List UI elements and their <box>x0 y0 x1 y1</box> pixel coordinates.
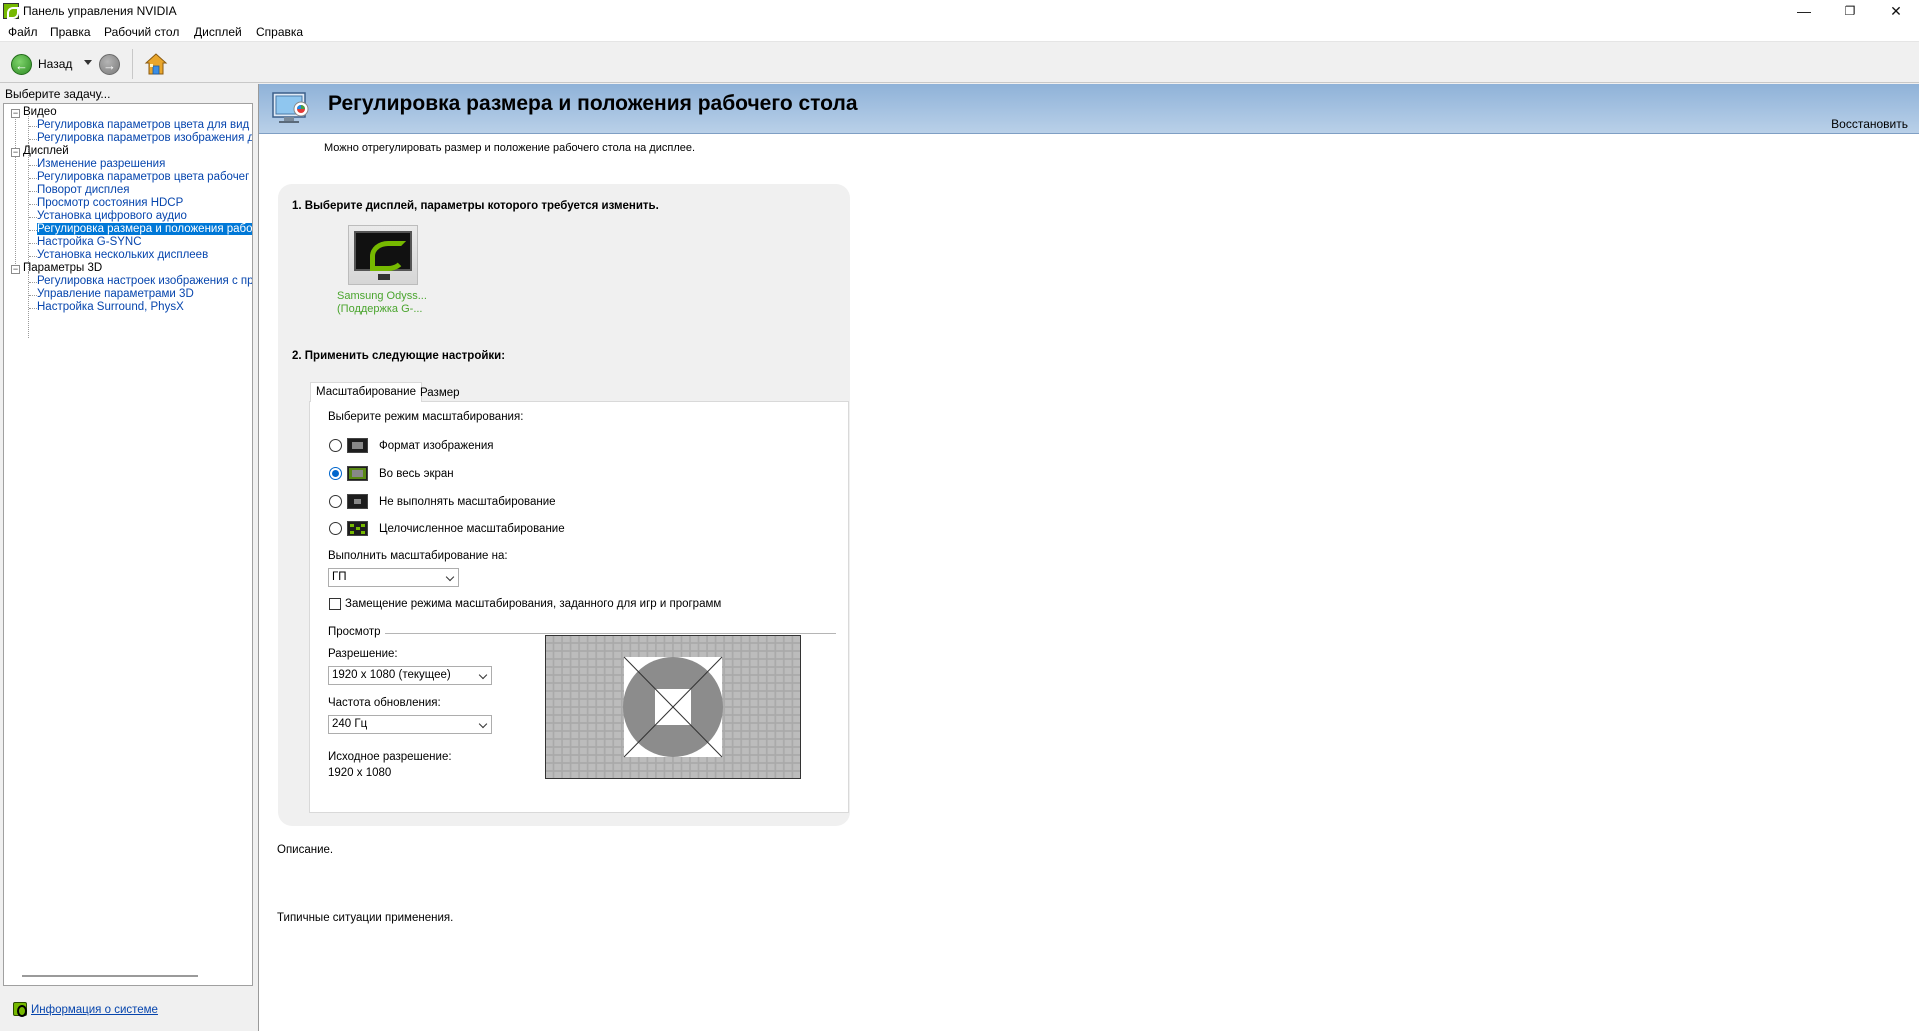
integer-scaling-mode-icon <box>347 521 368 536</box>
description-label: Описание. <box>277 844 334 856</box>
display-name-line1: Samsung Odyss... <box>337 290 427 302</box>
radio-no-scaling[interactable] <box>329 495 342 508</box>
tree-item-desktop-size-position[interactable]: Регулировка размера и положения рабо <box>37 223 252 235</box>
full-screen-mode-icon <box>347 466 368 481</box>
perform-scaling-on-label: Выполнить масштабирование на: <box>328 550 508 562</box>
step2-label: 2. Применить следующие настройки: <box>292 350 506 362</box>
tree-item-digital-audio[interactable]: Установка цифрового аудио <box>37 210 187 222</box>
collapse-display-icon[interactable]: − <box>11 148 20 157</box>
preview-section-title: Просмотр <box>328 626 381 638</box>
toolbar-separator <box>132 49 133 79</box>
scaling-preview-image <box>545 635 801 779</box>
forward-arrow-icon[interactable]: → <box>99 54 120 75</box>
no-scaling-mode-icon <box>347 494 368 509</box>
mode-aspect-ratio-label[interactable]: Формат изображения <box>379 440 493 452</box>
nvidia-app-icon <box>3 3 19 19</box>
menu-file[interactable]: Файл <box>6 25 40 39</box>
page-intro: Можно отрегулировать размер и положение … <box>324 142 696 154</box>
toolbar: ← Назад → <box>0 43 1919 83</box>
tree-category-display[interactable]: Дисплей <box>23 145 69 157</box>
refresh-rate-select[interactable]: 240 Гц <box>328 715 492 734</box>
radio-full-screen[interactable] <box>329 467 342 480</box>
radio-integer-scaling[interactable] <box>329 522 342 535</box>
tree-item-rotate-display[interactable]: Поворот дисплея <box>37 184 129 196</box>
collapse-3d-icon[interactable]: − <box>11 265 20 274</box>
system-info-link[interactable]: Информация о системе <box>31 1004 158 1016</box>
display-name[interactable]: Samsung Odyss... (Поддержка G-... <box>337 290 447 316</box>
tab-size[interactable]: Размер <box>415 384 465 404</box>
preview-divider <box>385 633 836 634</box>
collapse-video-icon[interactable]: − <box>11 109 20 118</box>
page-banner: Регулировка размера и положения рабочего… <box>259 84 1919 134</box>
task-picker-header: Выберите задачу... <box>5 87 111 101</box>
native-resolution-value: 1920 x 1080 <box>328 767 392 779</box>
system-info-icon <box>13 1002 27 1017</box>
aspect-ratio-mode-icon <box>347 438 368 453</box>
home-icon[interactable] <box>144 52 168 76</box>
tree-category-3d[interactable]: Параметры 3D <box>23 262 102 274</box>
menu-display[interactable]: Дисплей <box>192 25 244 39</box>
tree-item-desktop-color[interactable]: Регулировка параметров цвета рабочег <box>37 171 249 183</box>
menu-bar: Файл Правка Рабочий стол Дисплей Справка <box>0 22 1919 42</box>
desktop-size-icon <box>272 92 309 123</box>
override-scaling-label[interactable]: Замещение режима масштабирования, заданн… <box>345 598 721 610</box>
back-button[interactable]: Назад <box>38 57 72 71</box>
tree-item-3d-image-settings[interactable]: Регулировка настроек изображения с пр <box>37 275 252 287</box>
tree-category-video[interactable]: Видео <box>23 106 57 118</box>
resolution-select[interactable]: 1920 x 1080 (текущее) <box>328 666 492 685</box>
back-arrow-icon[interactable]: ← <box>11 54 32 75</box>
tree-item-manage-3d[interactable]: Управление параметрами 3D <box>37 288 194 300</box>
menu-desktop[interactable]: Рабочий стол <box>102 25 181 39</box>
native-resolution-label: Исходное разрешение: <box>328 751 452 763</box>
display-name-line2: (Поддержка G-... <box>337 303 423 315</box>
radio-aspect-ratio[interactable] <box>329 439 342 452</box>
typical-usage-label: Типичные ситуации применения. <box>277 912 454 924</box>
refresh-rate-label: Частота обновления: <box>328 697 441 709</box>
content-pane: Регулировка размера и положения рабочего… <box>258 84 1919 1031</box>
display-select-tile[interactable] <box>348 225 418 285</box>
tree-item-hdcp-status[interactable]: Просмотр состояния HDCP <box>37 197 183 209</box>
tree-item-video-image[interactable]: Регулировка параметров изображения д <box>37 132 252 144</box>
tree-item-video-color[interactable]: Регулировка параметров цвета для вид <box>37 119 249 131</box>
minimize-button[interactable]: — <box>1781 0 1827 22</box>
tree-horizontal-scrollbar[interactable] <box>22 975 198 977</box>
title-bar: Панель управления NVIDIA — ❐ ✕ <box>0 0 1919 22</box>
close-button[interactable]: ✕ <box>1873 0 1919 22</box>
mode-full-screen-label[interactable]: Во весь экран <box>379 468 454 480</box>
tree-item-multiple-displays[interactable]: Установка нескольких дисплеев <box>37 249 208 261</box>
tree-item-gsync[interactable]: Настройка G-SYNC <box>37 236 142 248</box>
tab-scaling[interactable]: Масштабирование <box>310 382 422 402</box>
window-title: Панель управления NVIDIA <box>23 4 177 18</box>
perform-scaling-on-select[interactable]: ГП <box>328 568 459 587</box>
restore-defaults-link[interactable]: Восстановить <box>1831 117 1908 131</box>
tree-item-change-resolution[interactable]: Изменение разрешения <box>37 158 165 170</box>
mode-no-scaling-label[interactable]: Не выполнять масштабирование <box>379 496 556 508</box>
task-tree: − Видео Регулировка параметров цвета для… <box>3 103 253 986</box>
step1-label: 1. Выберите дисплей, параметры которого … <box>292 200 659 212</box>
menu-edit[interactable]: Правка <box>48 25 93 39</box>
menu-help[interactable]: Справка <box>254 25 305 39</box>
resolution-label: Разрешение: <box>328 648 398 660</box>
scaling-mode-prompt: Выберите режим масштабирования: <box>328 411 524 423</box>
override-scaling-checkbox[interactable] <box>329 598 341 610</box>
maximize-button[interactable]: ❐ <box>1827 0 1873 22</box>
mode-integer-scaling-label[interactable]: Целочисленное масштабирование <box>379 523 565 535</box>
tree-item-surround-physx[interactable]: Настройка Surround, PhysX <box>37 301 184 313</box>
back-history-dropdown-icon[interactable] <box>84 60 92 65</box>
monitor-icon <box>354 231 412 271</box>
page-title: Регулировка размера и положения рабочего… <box>328 92 858 115</box>
